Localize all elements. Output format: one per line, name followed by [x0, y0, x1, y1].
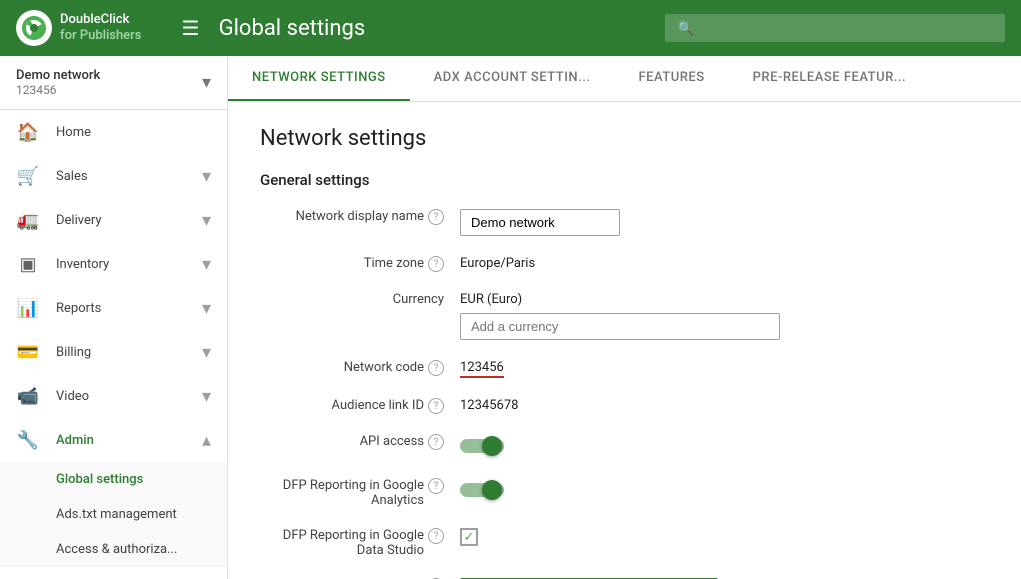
- sales-icon: 🛒: [16, 164, 40, 188]
- row-currency: Currency EUR (Euro): [260, 288, 989, 340]
- chevron-down-icon: ▾: [202, 254, 211, 275]
- page-title: Network settings: [260, 126, 989, 151]
- row-dfp-data-studio: DFP Reporting in Google Data Studio ? ✓: [260, 524, 989, 558]
- help-icon[interactable]: ?: [428, 398, 444, 414]
- chevron-down-icon: ▾: [202, 298, 211, 319]
- help-icon[interactable]: ?: [428, 478, 444, 494]
- add-currency-input[interactable]: [460, 313, 780, 340]
- row-network-code: Network code ? 123456: [260, 356, 989, 378]
- help-icon[interactable]: ?: [428, 360, 444, 376]
- header-title: Global settings: [219, 16, 366, 41]
- api-access-toggle[interactable]: [460, 434, 989, 458]
- dfp-data-studio-checkbox[interactable]: ✓: [460, 528, 478, 546]
- sidebar-label-admin: Admin: [56, 433, 202, 448]
- dfp-analytics-label: DFP Reporting in Google Analytics: [260, 478, 424, 508]
- help-icon[interactable]: ?: [428, 528, 444, 544]
- header-menu-icon[interactable]: ☰: [181, 16, 199, 40]
- chevron-down-icon: ▾: [202, 342, 211, 363]
- brand-name: DoubleClick for Publishers: [60, 12, 141, 43]
- sidebar-label-video: Video: [56, 389, 202, 404]
- inventory-icon: ▣: [16, 252, 40, 276]
- sidebar-item-billing[interactable]: 💳 Billing ▾: [0, 330, 227, 374]
- sidebar-label-sales: Sales: [56, 169, 202, 184]
- help-icon[interactable]: ?: [428, 434, 444, 450]
- sidebar-item-sales[interactable]: 🛒 Sales ▾: [0, 154, 227, 198]
- dfp-analytics-toggle[interactable]: [460, 478, 989, 502]
- content-area: NETWORK SETTINGS ADX ACCOUNT SETTIN... F…: [228, 56, 1021, 579]
- sidebar-label-delivery: Delivery: [56, 213, 202, 228]
- settings-table: Network display name ? Time zone ? Europ…: [260, 205, 989, 579]
- chevron-down-icon: ▾: [202, 72, 211, 93]
- row-api-access: API access ?: [260, 430, 989, 458]
- api-access-label: API access: [360, 434, 424, 449]
- chevron-up-icon: ▴: [202, 430, 211, 451]
- audience-link-id-value: 12345678: [460, 398, 518, 413]
- admin-icon: 🔧: [16, 428, 40, 452]
- network-code-label: Network code: [344, 360, 424, 375]
- row-audience-link-id: Audience link ID ? 12345678: [260, 394, 989, 414]
- sidebar-subitem-access[interactable]: Access & authoriza...: [0, 532, 227, 567]
- tab-features[interactable]: FEATURES: [614, 56, 728, 101]
- sidebar-item-inventory[interactable]: ▣ Inventory ▾: [0, 242, 227, 286]
- admin-submenu: Global settings Ads.txt management Acces…: [0, 462, 227, 567]
- help-icon[interactable]: ?: [428, 209, 444, 225]
- toggle-thumb: [482, 480, 502, 500]
- network-code-value: 123456: [460, 360, 504, 378]
- currency-label: Currency: [393, 292, 444, 307]
- sidebar-item-video[interactable]: 📹 Video ▾: [0, 374, 227, 418]
- network-name: Demo network: [16, 68, 100, 83]
- network-display-name-input[interactable]: [460, 209, 620, 236]
- top-header: DoubleClick for Publishers ☰ Global sett…: [0, 0, 1021, 56]
- chevron-down-icon: ▾: [202, 166, 211, 187]
- tabs-bar: NETWORK SETTINGS ADX ACCOUNT SETTIN... F…: [228, 56, 1021, 102]
- time-zone-value: Europe/Paris: [460, 256, 535, 271]
- row-time-zone: Time zone ? Europe/Paris: [260, 252, 989, 272]
- sidebar: Demo network 123456 ▾ 🏠 Home 🛒 Sales ▾ 🚛…: [0, 56, 228, 579]
- sidebar-item-home[interactable]: 🏠 Home: [0, 110, 227, 154]
- row-dfp-analytics: DFP Reporting in Google Analytics ?: [260, 474, 989, 508]
- network-id: 123456: [16, 83, 100, 97]
- sidebar-subitem-ads-txt[interactable]: Ads.txt management: [0, 497, 227, 532]
- sidebar-label-home: Home: [56, 125, 211, 140]
- chevron-down-icon: ▾: [202, 210, 211, 231]
- chevron-down-icon: ▾: [202, 386, 211, 407]
- video-icon: 📹: [16, 384, 40, 408]
- home-icon: 🏠: [16, 120, 40, 144]
- tab-adx-account[interactable]: ADX ACCOUNT SETTIN...: [410, 56, 615, 101]
- help-icon[interactable]: ?: [428, 256, 444, 272]
- sidebar-item-admin[interactable]: 🔧 Admin ▴: [0, 418, 227, 462]
- billing-icon: 💳: [16, 340, 40, 364]
- delivery-icon: 🚛: [16, 208, 40, 232]
- main-layout: Demo network 123456 ▾ 🏠 Home 🛒 Sales ▾ 🚛…: [0, 56, 1021, 579]
- sidebar-label-billing: Billing: [56, 345, 202, 360]
- row-network-display-name: Network display name ?: [260, 205, 989, 236]
- sidebar-label-inventory: Inventory: [56, 257, 202, 272]
- sidebar-item-reports[interactable]: 📊 Reports ▾: [0, 286, 227, 330]
- logo-area: DoubleClick for Publishers: [16, 10, 141, 46]
- audience-link-id-label: Audience link ID: [332, 398, 424, 413]
- sidebar-label-reports: Reports: [56, 301, 202, 316]
- section-title: General settings: [260, 171, 989, 189]
- dfp-data-studio-label: DFP Reporting in Google Data Studio: [260, 528, 424, 558]
- reports-icon: 📊: [16, 296, 40, 320]
- tab-pre-release[interactable]: PRE-RELEASE FEATUR...: [729, 56, 930, 101]
- currency-value: EUR (Euro): [460, 292, 989, 307]
- row-service-account: Service account user ? ADD A SERVICE ACC…: [260, 574, 989, 579]
- page-content: Network settings General settings Networ…: [228, 102, 1021, 579]
- time-zone-label: Time zone: [364, 256, 424, 271]
- toggle-thumb: [482, 436, 502, 456]
- sidebar-item-delivery[interactable]: 🚛 Delivery ▾: [0, 198, 227, 242]
- sidebar-subitem-global-settings[interactable]: Global settings: [0, 462, 227, 497]
- network-selector[interactable]: Demo network 123456 ▾: [0, 56, 227, 110]
- logo: [16, 10, 52, 46]
- search-input[interactable]: [665, 14, 1005, 42]
- network-display-name-label: Network display name: [296, 209, 424, 224]
- tab-network-settings[interactable]: NETWORK SETTINGS: [228, 56, 410, 101]
